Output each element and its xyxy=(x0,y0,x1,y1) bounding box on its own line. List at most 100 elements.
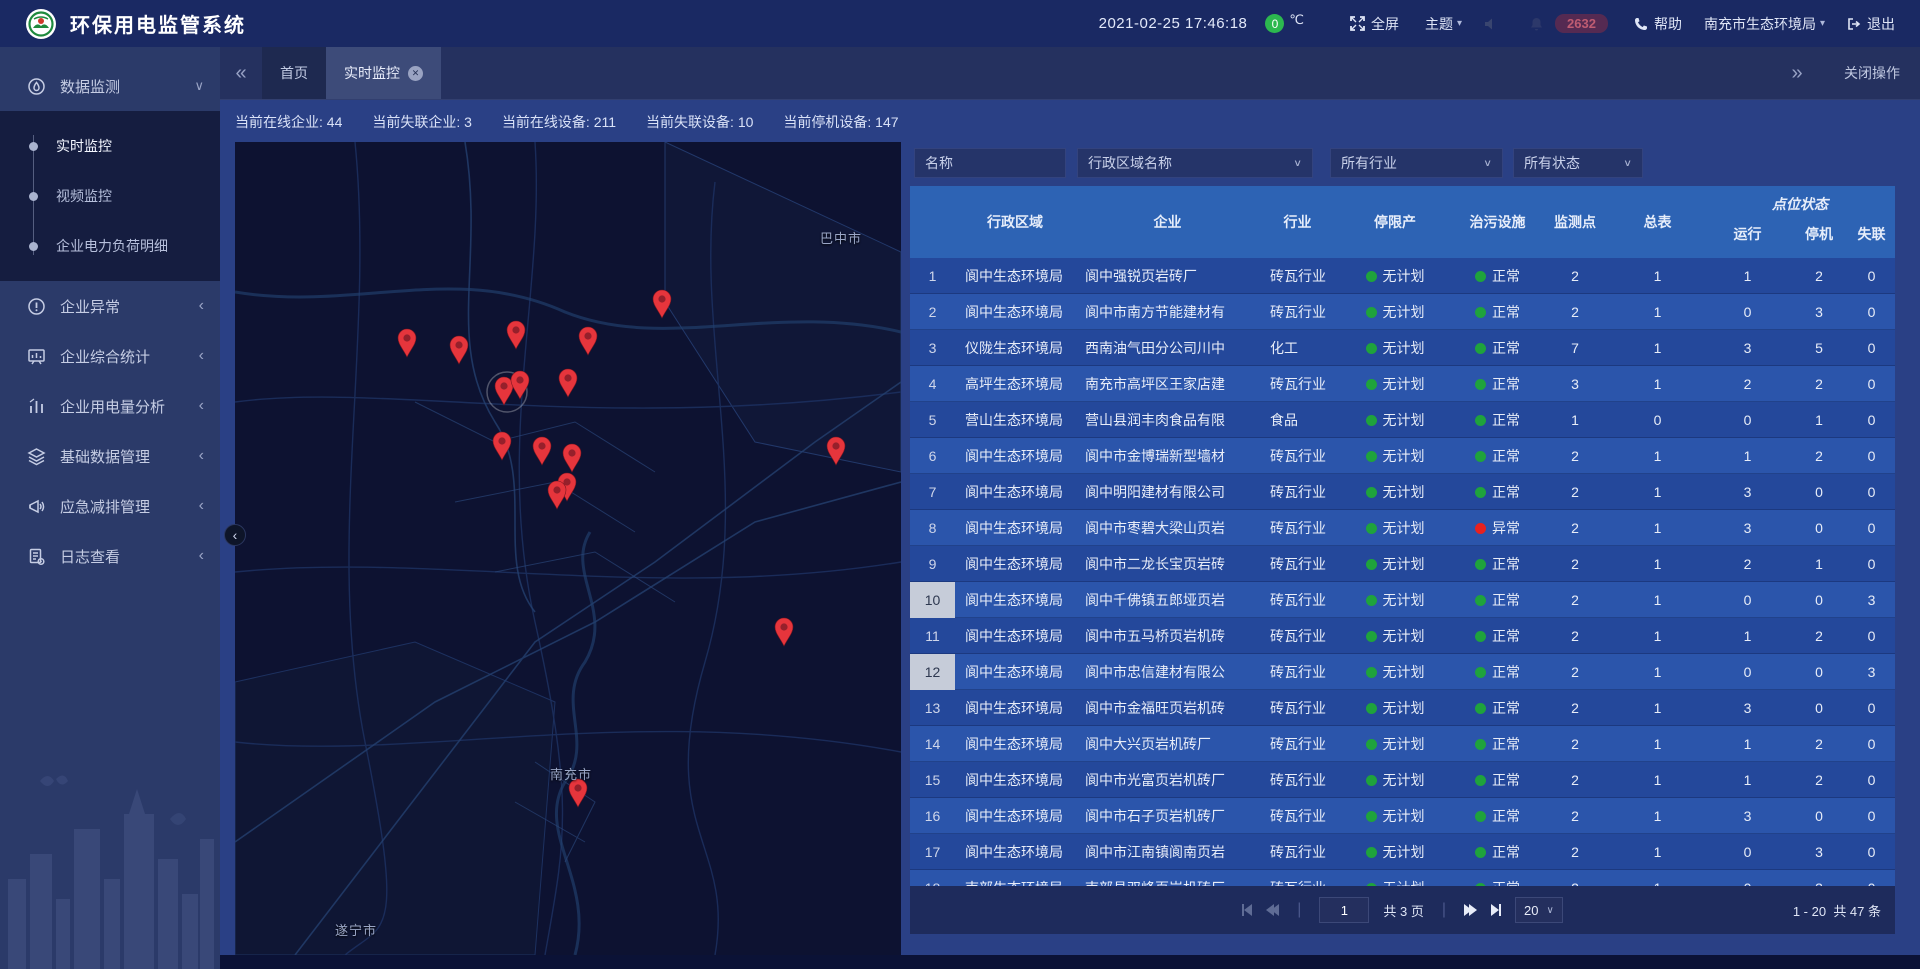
sidebar-subitem-企业电力负荷明细[interactable]: 企业电力负荷明细 xyxy=(0,221,220,271)
last-page-button[interactable] xyxy=(1491,904,1501,916)
table-row[interactable]: 17阆中生态环境局阆中市江南镇阆南页岩砖瓦行业无计划正常21030 xyxy=(910,834,1895,870)
cell-region: 阆中生态环境局 xyxy=(955,698,1075,718)
cell-facility-status: 正常 xyxy=(1455,482,1540,502)
cell-industry: 砖瓦行业 xyxy=(1260,698,1335,718)
map-pin-icon[interactable] xyxy=(773,617,795,647)
map-pin-icon[interactable] xyxy=(546,480,568,510)
table-row[interactable]: 5营山生态环境局营山县润丰肉食品有限食品无计划正常10010 xyxy=(910,402,1895,438)
page-number-input[interactable] xyxy=(1319,897,1369,923)
map-pin-icon[interactable] xyxy=(505,320,527,350)
cell-monitor-count: 2 xyxy=(1540,520,1610,536)
table-row[interactable]: 3仪陇生态环境局西南油气田分公司川中化工无计划正常71350 xyxy=(910,330,1895,366)
table-row[interactable]: 14阆中生态环境局阆中大兴页岩机砖厂砖瓦行业无计划正常21120 xyxy=(910,726,1895,762)
cell-facility-status: 正常 xyxy=(1455,734,1540,754)
map-pin-icon[interactable] xyxy=(396,328,418,358)
map-pin-icon[interactable] xyxy=(651,289,673,319)
map-panel[interactable]: 巴中市南充市遂宁市 ‹ xyxy=(235,142,901,955)
status-text: 正常 xyxy=(1492,410,1520,430)
table-row[interactable]: 9阆中生态环境局阆中市二龙长宝页岩砖砖瓦行业无计划正常21210 xyxy=(910,546,1895,582)
status-text: 无计划 xyxy=(1383,410,1425,430)
logout-button[interactable]: 退出 xyxy=(1847,14,1895,34)
table-row[interactable]: 16阆中生态环境局阆中市石子页岩机砖厂砖瓦行业无计划正常21300 xyxy=(910,798,1895,834)
table-row[interactable]: 6阆中生态环境局阆中市金博瑞新型墙材砖瓦行业无计划正常21120 xyxy=(910,438,1895,474)
help-button[interactable]: 帮助 xyxy=(1634,14,1682,34)
industry-select[interactable]: 所有行业 ∨ xyxy=(1330,148,1503,178)
cell-limit-status: 无计划 xyxy=(1335,806,1455,826)
cell-industry: 砖瓦行业 xyxy=(1260,734,1335,754)
cell-limit-status: 无计划 xyxy=(1335,518,1455,538)
page-size-select[interactable]: 20 ∨ xyxy=(1515,897,1563,923)
status-text: 正常 xyxy=(1492,698,1520,718)
table-row[interactable]: 4高坪生态环境局南充市高坪区王家店建砖瓦行业无计划正常31220 xyxy=(910,366,1895,402)
row-index: 17 xyxy=(910,834,955,870)
status-select[interactable]: 所有状态 ∨ xyxy=(1513,148,1643,178)
sidebar-item-2[interactable]: 企业综合统计‹ xyxy=(0,331,220,381)
fullscreen-button[interactable]: 全屏 xyxy=(1350,14,1399,34)
sidebar-menu: 数据监测∨ 实时监控视频监控企业电力负荷明细企业异常‹企业综合统计‹企业用电量分析… xyxy=(0,61,220,581)
map-pin-icon[interactable] xyxy=(509,370,531,400)
sidebar-subitem-视频监控[interactable]: 视频监控 xyxy=(0,171,220,221)
tabs-scroll-left-button[interactable]: « xyxy=(220,47,262,99)
status-green-dot-icon xyxy=(1475,379,1486,390)
tab-实时监控[interactable]: 实时监控✕ xyxy=(326,47,441,99)
tab-首页[interactable]: 首页 xyxy=(262,47,326,99)
cell-stop-count: 2 xyxy=(1790,628,1848,644)
row-index: 4 xyxy=(910,366,955,402)
tab-close-icon[interactable]: ✕ xyxy=(408,66,423,81)
table-row[interactable]: 13阆中生态环境局阆中市金福旺页岩机砖砖瓦行业无计划正常21300 xyxy=(910,690,1895,726)
table-row[interactable]: 15阆中生态环境局阆中市光富页岩机砖厂砖瓦行业无计划正常21120 xyxy=(910,762,1895,798)
map-pin-icon[interactable] xyxy=(557,368,579,398)
name-search-input[interactable] xyxy=(925,155,1055,171)
cell-region: 高坪生态环境局 xyxy=(955,374,1075,394)
cell-industry: 砖瓦行业 xyxy=(1260,374,1335,394)
cell-facility-status: 正常 xyxy=(1455,770,1540,790)
cell-stop-count: 2 xyxy=(1790,448,1848,464)
map-pin-icon[interactable] xyxy=(531,436,553,466)
theme-dropdown[interactable]: 主题 ▾ xyxy=(1425,14,1462,34)
region-select[interactable]: 行政区域名称 ∨ xyxy=(1077,148,1313,178)
table-row[interactable]: 7阆中生态环境局阆中明阳建材有限公司砖瓦行业无计划正常21300 xyxy=(910,474,1895,510)
sidebar-item-4[interactable]: 基础数据管理‹ xyxy=(0,431,220,481)
table-row[interactable]: 18南部生态环境局南部县双峰页岩机砖厂砖瓦行业无计划正常21030 xyxy=(910,870,1895,886)
map-city-label: 南充市 xyxy=(550,764,592,783)
map-pin-icon[interactable] xyxy=(825,436,847,466)
table-row[interactable]: 2阆中生态环境局阆中市南方节能建材有砖瓦行业无计划正常21030 xyxy=(910,294,1895,330)
cell-run-count: 1 xyxy=(1705,772,1790,788)
sidebar-item-0[interactable]: 数据监测∨ xyxy=(0,61,220,111)
sidebar-subitem-实时监控[interactable]: 实时监控 xyxy=(0,121,220,171)
sidebar-item-3[interactable]: 企业用电量分析‹ xyxy=(0,381,220,431)
map-pin-icon[interactable] xyxy=(577,326,599,356)
map-pin-icon[interactable] xyxy=(448,335,470,365)
name-search-field[interactable] xyxy=(914,148,1066,178)
row-index: 8 xyxy=(910,510,955,546)
cell-industry: 砖瓦行业 xyxy=(1260,266,1335,286)
map-pin-icon[interactable] xyxy=(491,431,513,461)
org-dropdown[interactable]: 南充市生态环境局 ▾ xyxy=(1704,14,1825,34)
map-collapse-handle[interactable]: ‹ xyxy=(224,524,246,546)
cell-region: 阆中生态环境局 xyxy=(955,518,1075,538)
status-green-dot-icon xyxy=(1475,595,1486,606)
table-row[interactable]: 8阆中生态环境局阆中市枣碧大梁山页岩砖瓦行业无计划异常21300 xyxy=(910,510,1895,546)
next-page-button[interactable] xyxy=(1464,904,1477,916)
close-operations-button[interactable]: 关闭操作 xyxy=(1844,63,1900,83)
map-pin-icon[interactable] xyxy=(561,443,583,473)
cell-monitor-count: 2 xyxy=(1540,772,1610,788)
table-row[interactable]: 12阆中生态环境局阆中市忠信建材有限公砖瓦行业无计划正常21003 xyxy=(910,654,1895,690)
status-text: 正常 xyxy=(1492,770,1520,790)
sidebar-item-5[interactable]: 应急减排管理‹ xyxy=(0,481,220,531)
first-page-button[interactable] xyxy=(1242,904,1252,916)
table-row[interactable]: 1阆中生态环境局阆中强锐页岩砖厂砖瓦行业无计划正常21120 xyxy=(910,258,1895,294)
col-monitor: 监测点 xyxy=(1540,186,1610,258)
sidebar-item-1[interactable]: 企业异常‹ xyxy=(0,281,220,331)
table-row[interactable]: 11阆中生态环境局阆中市五马桥页岩机砖砖瓦行业无计划正常21120 xyxy=(910,618,1895,654)
cell-company: 阆中强锐页岩砖厂 xyxy=(1075,266,1260,286)
skyline-decoration xyxy=(0,759,220,969)
prev-page-button[interactable] xyxy=(1266,904,1279,916)
notifications[interactable]: 2632 xyxy=(1530,14,1608,33)
sidebar-item-6[interactable]: 日志查看‹ xyxy=(0,531,220,581)
mute-button[interactable] xyxy=(1484,17,1504,31)
tabs-scroll-right-button[interactable]: » xyxy=(1776,62,1818,85)
col-industry: 行业 xyxy=(1260,186,1335,258)
table-row[interactable]: 10阆中生态环境局阆中千佛镇五郎垭页岩砖瓦行业无计划正常21003 xyxy=(910,582,1895,618)
row-index: 6 xyxy=(910,438,955,474)
